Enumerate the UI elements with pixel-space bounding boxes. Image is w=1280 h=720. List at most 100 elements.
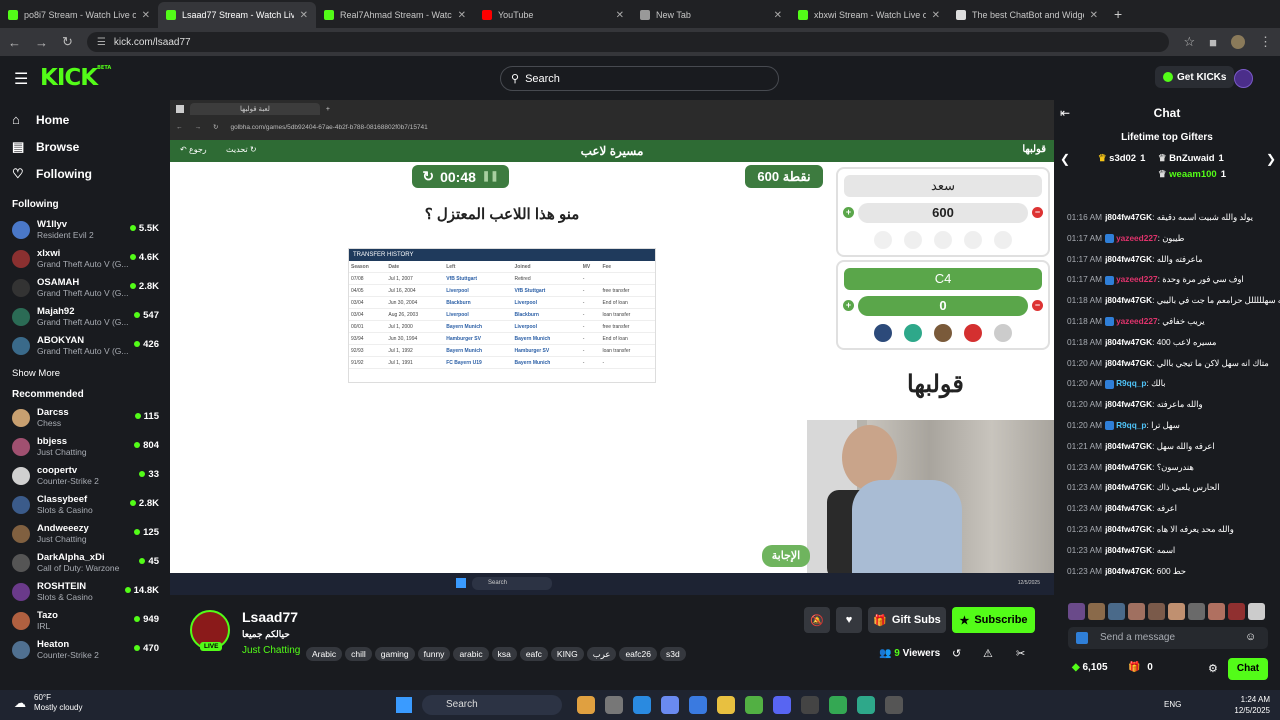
browser-tab[interactable]: po8i7 Stream - Watch Live on Ki...✕: [0, 2, 158, 28]
sidebar-nav-browse[interactable]: ▤ Browse: [0, 133, 170, 160]
message-username[interactable]: yazeed227: [1116, 274, 1158, 284]
sidebar-nav-following[interactable]: ♡ Following: [0, 160, 170, 187]
message-username[interactable]: j804fw47GK: [1105, 566, 1152, 576]
sidebar-channel[interactable]: Heaton Counter-Strike 2 470: [0, 635, 170, 664]
emote-icon[interactable]: [1108, 603, 1125, 620]
emote-icon[interactable]: [1148, 603, 1165, 620]
forward-icon[interactable]: →: [35, 35, 48, 50]
tag-chip[interactable]: arabic: [453, 647, 489, 661]
new-tab-icon[interactable]: +: [1114, 6, 1122, 22]
get-kicks-button[interactable]: Get KICKs: [1155, 66, 1235, 88]
sidebar-channel[interactable]: bbjess Just Chatting 804: [0, 432, 170, 461]
back-icon[interactable]: ←: [8, 35, 21, 50]
close-tab-icon[interactable]: ✕: [1090, 10, 1098, 21]
gifters-prev-icon[interactable]: ❮: [1060, 152, 1070, 166]
channel-name[interactable]: Lsaad77: [242, 609, 298, 625]
sidebar-channel[interactable]: Tazo IRL 949: [0, 606, 170, 635]
gifters-next-icon[interactable]: ❯: [1266, 152, 1276, 166]
sidebar-channel[interactable]: Majah92 Grand Theft Auto V (G... 547: [0, 302, 170, 331]
search-input[interactable]: ⚲ Search: [500, 66, 779, 91]
browser-tab[interactable]: New Tab ✕: [632, 2, 790, 28]
sidebar-channel[interactable]: Andweeezy Just Chatting 125: [0, 519, 170, 548]
follow-heart-button[interactable]: ♥: [836, 607, 862, 633]
emote-icon[interactable]: [1228, 603, 1245, 620]
tag-chip[interactable]: عرب: [586, 647, 617, 661]
message-username[interactable]: j804fw47GK: [1105, 399, 1152, 409]
profile-avatar[interactable]: [1231, 35, 1245, 49]
tag-chip[interactable]: s3d: [659, 647, 686, 661]
browser-tab[interactable]: Lsaad77 Stream - Watch Live on...✕: [158, 2, 316, 28]
close-tab-icon[interactable]: ✕: [458, 10, 466, 21]
sidebar-channel[interactable]: OSAMAH Grand Theft Auto V (G... 2.8K: [0, 273, 170, 302]
kicks-balance[interactable]: ◆ 6,105: [1072, 662, 1108, 673]
mute-notifications-button[interactable]: 🔕: [804, 607, 830, 633]
tag-chip[interactable]: funny: [417, 647, 451, 661]
url-field[interactable]: ☰ kick.com/lsaad77: [86, 32, 1170, 52]
browser-tab[interactable]: The best ChatBot and Widgets f...✕: [948, 2, 1106, 28]
report-icon[interactable]: ⚠: [983, 647, 993, 660]
share-icon[interactable]: ↺: [952, 647, 961, 660]
emote-icon[interactable]: [1068, 603, 1085, 620]
sidebar-nav-home[interactable]: ⌂ Home: [0, 106, 170, 133]
tag-chip[interactable]: KING: [550, 647, 584, 661]
close-tab-icon[interactable]: ✕: [774, 10, 782, 21]
reload-icon[interactable]: ↻: [62, 34, 73, 50]
message-username[interactable]: j804fw47GK: [1105, 545, 1152, 555]
message-username[interactable]: j804fw47GK: [1105, 462, 1152, 472]
weather-icon[interactable]: ☁: [14, 696, 26, 710]
message-username[interactable]: j804fw47GK: [1105, 254, 1152, 264]
message-username[interactable]: j804fw47GK: [1105, 482, 1152, 492]
stream-player[interactable]: لعبة قولبها + ← → ↻ golbha.com/games/5db…: [170, 100, 1054, 595]
browser-tab[interactable]: YouTube ✕: [474, 2, 632, 28]
stream-category[interactable]: Just Chatting: [242, 645, 300, 656]
message-username[interactable]: yazeed227: [1116, 316, 1158, 326]
tag-chip[interactable]: eafc: [519, 647, 548, 661]
windows-start-icon[interactable]: [396, 697, 412, 713]
message-username[interactable]: j804fw47GK: [1105, 212, 1152, 222]
file-explorer-icon[interactable]: [717, 696, 735, 714]
edge-icon[interactable]: [633, 696, 651, 714]
sidebar-channel[interactable]: Classybeef Slots & Casino 2.8K: [0, 490, 170, 519]
subscribe-button[interactable]: ★ Subscribe: [952, 607, 1035, 633]
message-username[interactable]: j804fw47GK: [1105, 358, 1152, 368]
tray-lang[interactable]: ENG: [1164, 700, 1181, 709]
show-more-link[interactable]: Show More: [0, 360, 170, 387]
browser-menu-icon[interactable]: ⋮: [1259, 34, 1272, 50]
chat-settings-icon[interactable]: ⚙: [1208, 662, 1218, 675]
tag-chip[interactable]: eafc26: [619, 647, 657, 661]
close-tab-icon[interactable]: ✕: [616, 10, 624, 21]
message-username[interactable]: R9qq_p: [1116, 420, 1146, 430]
app-icon[interactable]: [857, 696, 875, 714]
emote-icon[interactable]: [1088, 603, 1105, 620]
close-tab-icon[interactable]: ✕: [932, 10, 940, 21]
sidebar-channel[interactable]: ROSHTEIN Slots & Casino 14.8K: [0, 577, 170, 606]
sidebar-channel[interactable]: coopertv Counter-Strike 2 33: [0, 461, 170, 490]
gift-count[interactable]: 🎁 0: [1128, 662, 1153, 673]
clock[interactable]: 1:24 AM 12/5/2025: [1218, 694, 1270, 716]
tag-chip[interactable]: Arabic: [306, 647, 343, 661]
browser-tab[interactable]: xbxwi Stream - Watch Live on Ki...✕: [790, 2, 948, 28]
tag-chip[interactable]: gaming: [374, 647, 415, 661]
weather-widget[interactable]: 60°F Mostly cloudy: [34, 693, 82, 713]
close-tab-icon[interactable]: ✕: [142, 10, 150, 21]
chat-send-button[interactable]: Chat: [1228, 658, 1268, 680]
user-avatar[interactable]: [1234, 69, 1253, 88]
gift-subs-button[interactable]: 🎁 Gift Subs: [868, 607, 946, 633]
discord-icon[interactable]: [773, 696, 791, 714]
store-icon[interactable]: [689, 696, 707, 714]
emote-icon[interactable]: [1248, 603, 1265, 620]
browser-tab[interactable]: Real7Ahmad Stream - Watch Li...✕: [316, 2, 474, 28]
message-username[interactable]: j804fw47GK: [1105, 337, 1152, 347]
app2-icon[interactable]: [885, 696, 903, 714]
message-username[interactable]: R9qq_p: [1116, 378, 1146, 388]
emoji-icon[interactable]: ☺: [1245, 631, 1256, 643]
sidebar-channel[interactable]: xlxwi Grand Theft Auto V (G... 4.6K: [0, 244, 170, 273]
sidebar-channel[interactable]: Darcss Chess 115: [0, 403, 170, 432]
bookmark-star-icon[interactable]: ☆: [1183, 34, 1195, 50]
emote-icon[interactable]: [1188, 603, 1205, 620]
hamburger-menu-icon[interactable]: ☰: [14, 69, 28, 89]
sidebar-channel[interactable]: W1llyv Resident Evil 2 5.5K: [0, 215, 170, 244]
obs-icon[interactable]: [801, 696, 819, 714]
xbox-icon[interactable]: [745, 696, 763, 714]
message-username[interactable]: j804fw47GK: [1105, 295, 1152, 305]
